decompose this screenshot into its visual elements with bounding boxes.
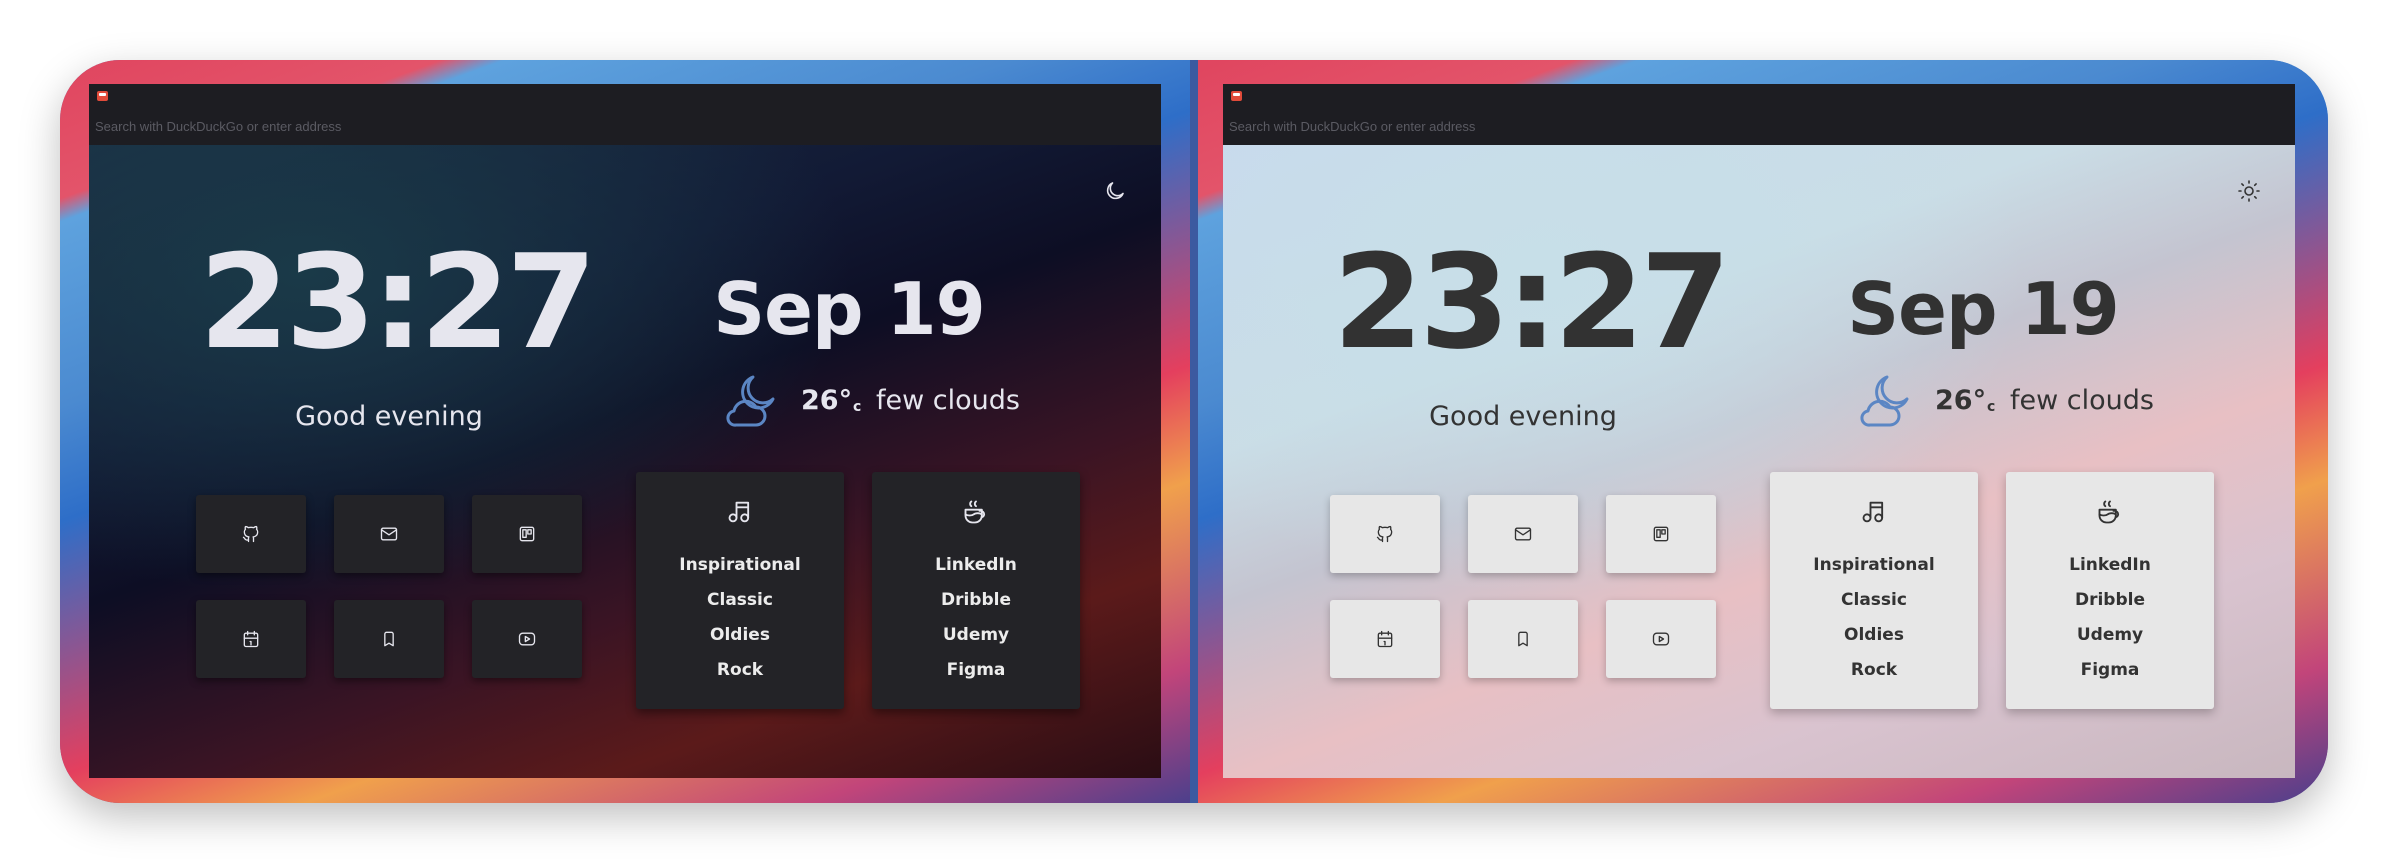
- music-item-inspirational[interactable]: Inspirational: [1770, 548, 1978, 583]
- address-bar-placeholder: Search with DuckDuckGo or enter address: [95, 119, 342, 134]
- temperature: 26°: [801, 385, 853, 416]
- date: Sep 19: [1847, 267, 2120, 351]
- link-item-udemy[interactable]: Udemy: [872, 618, 1080, 653]
- youtube-icon: [518, 632, 536, 646]
- browser-tab-bar: [89, 84, 1161, 107]
- new-tab-page-dark: 23:27 Good evening Sep 19 26° c few clou…: [89, 145, 1161, 778]
- trello-shortcut[interactable]: [472, 495, 582, 573]
- trello-icon: [519, 526, 535, 542]
- bookmark-icon: [384, 631, 394, 647]
- links-card: LinkedIn Dribble Udemy Figma: [872, 472, 1080, 709]
- music-note-icon: [728, 501, 750, 523]
- greeting: Good evening: [295, 401, 483, 432]
- music-item-inspirational[interactable]: Inspirational: [636, 548, 844, 583]
- browser-tab-bar: [1223, 84, 2295, 107]
- temperature-unit: c: [853, 399, 862, 415]
- link-item-udemy[interactable]: Udemy: [2006, 618, 2214, 653]
- trello-shortcut[interactable]: [1606, 495, 1716, 573]
- link-item-figma[interactable]: Figma: [872, 653, 1080, 688]
- temperature: 26°: [1935, 385, 1987, 416]
- link-item-dribble[interactable]: Dribble: [872, 583, 1080, 618]
- music-item-oldies[interactable]: Oldies: [1770, 618, 1978, 653]
- address-bar[interactable]: Search with DuckDuckGo or enter address: [89, 107, 1161, 145]
- music-item-rock[interactable]: Rock: [1770, 653, 1978, 688]
- sun-icon[interactable]: [2237, 179, 2261, 203]
- coffee-cup-icon: [964, 500, 986, 524]
- github-icon: [1376, 525, 1393, 543]
- music-card: Inspirational Classic Oldies Rock: [1770, 472, 1978, 709]
- link-item-figma[interactable]: Figma: [2006, 653, 2214, 688]
- moon-icon[interactable]: [1103, 179, 1127, 203]
- link-item-linkedin[interactable]: LinkedIn: [872, 548, 1080, 583]
- calendar-favicon-icon[interactable]: [1231, 91, 1242, 101]
- mail-icon: [1514, 527, 1532, 541]
- weather-widget: 26° c few clouds: [1855, 363, 2155, 433]
- desktop-frame: Search with DuckDuckGo or enter address …: [60, 60, 2328, 803]
- bookmark-shortcut[interactable]: [334, 600, 444, 678]
- youtube-shortcut[interactable]: [1606, 600, 1716, 678]
- music-item-classic[interactable]: Classic: [636, 583, 844, 618]
- mail-shortcut[interactable]: [334, 495, 444, 573]
- calendar-icon: [243, 630, 259, 648]
- greeting: Good evening: [1429, 401, 1617, 432]
- panel-divider: [1190, 60, 1198, 803]
- browser-window-dark: Search with DuckDuckGo or enter address …: [89, 84, 1161, 778]
- weather-condition: few clouds: [876, 385, 1020, 416]
- youtube-shortcut[interactable]: [472, 600, 582, 678]
- temperature-unit: c: [1987, 399, 1996, 415]
- date: Sep 19: [713, 267, 986, 351]
- coffee-cup-icon: [2098, 500, 2120, 524]
- moon-cloud-icon: [726, 375, 775, 427]
- links-card: LinkedIn Dribble Udemy Figma: [2006, 472, 2214, 709]
- address-bar-placeholder: Search with DuckDuckGo or enter address: [1229, 119, 1476, 134]
- clock: 23:27: [199, 226, 597, 378]
- trello-icon: [1653, 526, 1669, 542]
- bookmark-shortcut[interactable]: [1468, 600, 1578, 678]
- music-item-classic[interactable]: Classic: [1770, 583, 1978, 618]
- calendar-favicon-icon[interactable]: [97, 91, 108, 101]
- music-item-oldies[interactable]: Oldies: [636, 618, 844, 653]
- music-card: Inspirational Classic Oldies Rock: [636, 472, 844, 709]
- github-shortcut[interactable]: [196, 495, 306, 573]
- youtube-icon: [1652, 632, 1670, 646]
- music-note-icon: [1862, 501, 1884, 523]
- mail-shortcut[interactable]: [1468, 495, 1578, 573]
- calendar-shortcut[interactable]: [196, 600, 306, 678]
- github-icon: [242, 525, 259, 543]
- new-tab-page-light: 23:27 Good evening Sep 19 26° c few clou…: [1223, 145, 2295, 778]
- link-item-linkedin[interactable]: LinkedIn: [2006, 548, 2214, 583]
- github-shortcut[interactable]: [1330, 495, 1440, 573]
- weather-condition: few clouds: [2010, 385, 2154, 416]
- calendar-icon: [1377, 630, 1393, 648]
- weather-widget: 26° c few clouds: [721, 363, 1021, 433]
- calendar-shortcut[interactable]: [1330, 600, 1440, 678]
- music-item-rock[interactable]: Rock: [636, 653, 844, 688]
- mail-icon: [380, 527, 398, 541]
- browser-window-light: Search with DuckDuckGo or enter address …: [1223, 84, 2295, 778]
- link-item-dribble[interactable]: Dribble: [2006, 583, 2214, 618]
- clock: 23:27: [1333, 226, 1731, 378]
- moon-cloud-icon: [1860, 375, 1909, 427]
- bookmark-icon: [1518, 631, 1528, 647]
- address-bar[interactable]: Search with DuckDuckGo or enter address: [1223, 107, 2295, 145]
